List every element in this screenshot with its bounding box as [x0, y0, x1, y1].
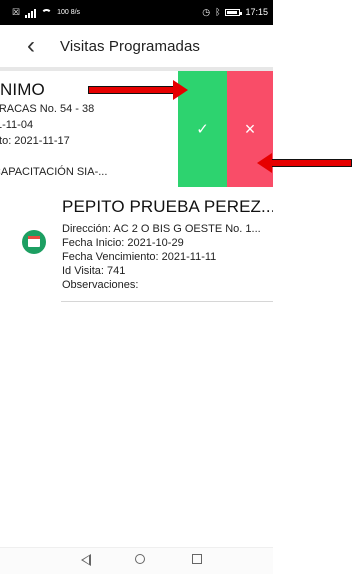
red-arrow-right-annotation	[88, 80, 188, 100]
visit-observations: Observaciones:	[62, 279, 139, 291]
page-title: Visitas Programadas	[60, 37, 201, 55]
square-recent-icon[interactable]	[192, 554, 202, 564]
visit-due-date: Fecha Vencimiento: 2021-11-11	[62, 251, 217, 263]
status-left-icons: ☒ 100 8/s	[12, 0, 80, 25]
visit-name: PEPITO PRUEBA PEREZ...	[62, 197, 273, 216]
visit-start-date: icio: 2021-11-04	[0, 119, 34, 131]
chevron-left-icon: ‹	[27, 32, 35, 59]
visit-card[interactable]: PEPITO PRUEBA PEREZ... Dirección: AC 2 O…	[0, 195, 273, 302]
visit-name: NIMO	[0, 80, 45, 99]
status-right-icons: ◷ ᛒ 17:15	[202, 0, 268, 25]
wifi-icon	[41, 8, 53, 17]
close-icon: ×	[244, 118, 256, 139]
clock-time: 17:15	[245, 7, 268, 17]
red-arrow-left-annotation	[257, 153, 352, 173]
check-icon: ✓	[196, 121, 209, 138]
circle-home-icon[interactable]	[135, 554, 145, 564]
list-divider	[61, 301, 273, 302]
signal-icon	[25, 8, 37, 18]
bluetooth-icon: ᛒ	[215, 7, 221, 17]
calendar-icon	[22, 230, 46, 254]
alarm-icon: ◷	[202, 7, 211, 17]
visit-address: Dirección: AC 2 O BIS G OESTE No. 1...	[62, 223, 261, 235]
app-header: ‹ Visitas Programadas	[0, 25, 273, 67]
visit-due-date: encimiento: 2021-11-17	[0, 135, 70, 147]
notification-icon: ☒	[12, 7, 21, 17]
visit-start-date: Fecha Inicio: 2021-10-29	[62, 237, 184, 249]
status-bar: ☒ 100 8/s ◷ ᛒ 17:15	[0, 0, 273, 25]
visit-id: Id Visita: 741	[62, 265, 126, 277]
network-speed: 100 8/s	[57, 9, 81, 16]
visit-address: n: AV CARACAS No. 54 - 38	[0, 103, 95, 115]
list-gap	[0, 187, 273, 195]
back-button[interactable]: ‹	[15, 30, 47, 62]
battery-icon	[225, 9, 243, 16]
android-navigation-bar	[0, 547, 273, 574]
triangle-back-icon[interactable]	[81, 554, 91, 566]
visit-observations: ciones: CAPACITACIÓN SIA-...	[0, 166, 108, 178]
